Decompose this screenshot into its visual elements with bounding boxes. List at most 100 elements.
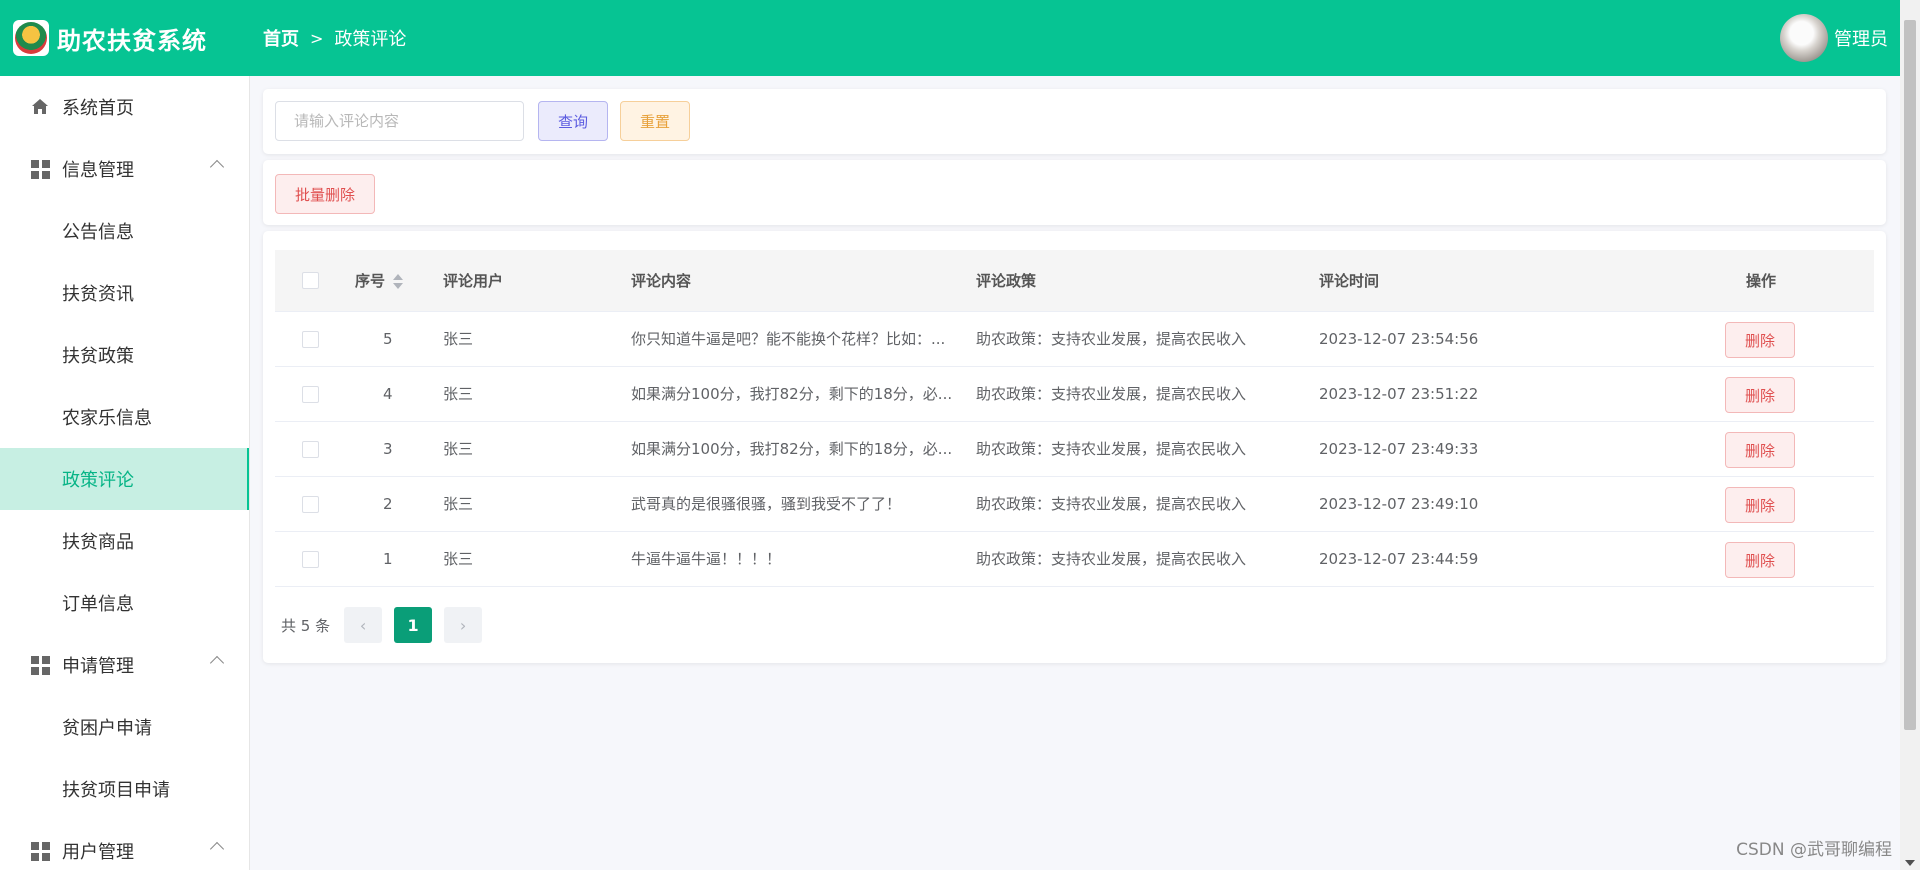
action-bar: 批量删除 [263, 160, 1886, 225]
sort-icon[interactable] [393, 273, 404, 290]
chevron-up-icon [209, 159, 225, 175]
cell-policy: 助农政策：支持农业发展，提高农民收入 [976, 385, 1247, 403]
cell-content: 如果满分100分，我打82分，剩下的18分，必... [631, 385, 953, 403]
sidebar-item-label: 贫困户申请 [62, 718, 152, 739]
row-checkbox[interactable] [302, 331, 319, 348]
cell-user: 张三 [443, 495, 474, 513]
sidebar-item-label: 扶贫商品 [62, 532, 134, 553]
column-header-policy: 评论政策 [976, 272, 1037, 290]
sidebar-item-label: 订单信息 [62, 594, 134, 615]
cell-policy: 助农政策：支持农业发展，提高农民收入 [976, 550, 1247, 568]
row-checkbox[interactable] [302, 551, 319, 568]
column-header-time: 评论时间 [1319, 272, 1380, 290]
cell-id: 5 [383, 330, 393, 348]
sidebar-item-label: 用户管理 [62, 842, 134, 863]
grid-icon [30, 159, 50, 179]
cell-content: 武哥真的是很骚很骚，骚到我受不了了！ [631, 495, 902, 513]
sidebar-item-label: 扶贫资讯 [62, 284, 134, 305]
column-header-content: 评论内容 [631, 272, 692, 290]
delete-button[interactable]: 删除 [1725, 377, 1795, 413]
cell-time: 2023-12-07 23:54:56 [1319, 330, 1479, 348]
cell-time: 2023-12-07 23:49:33 [1319, 440, 1479, 458]
delete-button[interactable]: 删除 [1725, 487, 1795, 523]
page-number-current[interactable]: 1 [394, 607, 433, 643]
sidebar-item-goods[interactable]: 扶贫商品 [0, 510, 249, 572]
cell-content: 牛逼牛逼牛逼！！！！ [631, 550, 782, 568]
sidebar-item-label: 农家乐信息 [62, 408, 152, 429]
cell-policy: 助农政策：支持农业发展，提高农民收入 [976, 330, 1247, 348]
scrollbar-thumb[interactable] [1904, 20, 1916, 730]
breadcrumb-home[interactable]: 首页 [263, 25, 299, 51]
home-icon [30, 97, 50, 117]
table-row: 2 张三 武哥真的是很骚很骚，骚到我受不了了！ 助农政策：支持农业发展，提高农民… [275, 477, 1874, 532]
cell-user: 张三 [443, 550, 474, 568]
pagination-total: 共 5 条 [281, 616, 331, 635]
select-all-checkbox[interactable] [302, 272, 319, 289]
sidebar-item-policy[interactable]: 扶贫政策 [0, 324, 249, 386]
sidebar-item-policy-comment[interactable]: 政策评论 [0, 448, 249, 510]
sidebar-item-label: 申请管理 [62, 656, 134, 677]
reset-button[interactable]: 重置 [620, 101, 690, 141]
delete-button[interactable]: 删除 [1725, 322, 1795, 358]
table-row: 5 张三 你只知道牛逼是吧？能不能换个花样？比如：... 助农政策：支持农业发展… [275, 312, 1874, 367]
avatar[interactable] [1780, 14, 1828, 62]
watermark: CSDN @武哥聊编程 [1736, 840, 1892, 860]
cell-user: 张三 [443, 330, 474, 348]
sidebar-group-info[interactable]: 信息管理 [0, 138, 249, 200]
sidebar-group-apply[interactable]: 申请管理 [0, 634, 249, 696]
delete-button[interactable]: 删除 [1725, 542, 1795, 578]
query-button[interactable]: 查询 [538, 101, 608, 141]
column-header-user: 评论用户 [443, 272, 504, 290]
cell-id: 4 [383, 385, 393, 403]
scroll-down-icon[interactable] [1905, 860, 1915, 866]
sidebar-item-label: 扶贫政策 [62, 346, 134, 367]
batch-delete-button[interactable]: 批量删除 [275, 174, 375, 214]
row-checkbox[interactable] [302, 441, 319, 458]
sidebar-item-notice[interactable]: 公告信息 [0, 200, 249, 262]
cell-id: 3 [383, 440, 393, 458]
sidebar-item-project-apply[interactable]: 扶贫项目申请 [0, 758, 249, 820]
sidebar-item-farmhouse[interactable]: 农家乐信息 [0, 386, 249, 448]
sidebar-item-orders[interactable]: 订单信息 [0, 572, 249, 634]
sidebar-item-poor-household-apply[interactable]: 贫困户申请 [0, 696, 249, 758]
app-logo [13, 20, 49, 56]
sidebar-item-label: 信息管理 [62, 160, 134, 181]
next-page-icon[interactable]: › [444, 607, 483, 643]
user-menu[interactable]: 管理员 [1780, 14, 1888, 62]
comment-table-card: 序号 评论用户 评论内容 评论政策 评论时间 操作 5 张三 你只知道牛逼是吧？… [263, 231, 1886, 663]
column-header-id[interactable]: 序号 [355, 250, 404, 312]
table-row: 4 张三 如果满分100分，我打82分，剩下的18分，必... 助农政策：支持农… [275, 367, 1874, 422]
app-title: 助农扶贫系统 [57, 26, 207, 55]
cell-user: 张三 [443, 440, 474, 458]
cell-id: 1 [383, 550, 393, 568]
table-row: 3 张三 如果满分100分，我打82分，剩下的18分，必... 助农政策：支持农… [275, 422, 1874, 477]
delete-button[interactable]: 删除 [1725, 432, 1795, 468]
cell-id: 2 [383, 495, 393, 513]
column-header-action: 操作 [1746, 272, 1777, 290]
sidebar-item-news[interactable]: 扶贫资讯 [0, 262, 249, 324]
table-row: 1 张三 牛逼牛逼牛逼！！！！ 助农政策：支持农业发展，提高农民收入 2023-… [275, 532, 1874, 587]
search-input[interactable] [275, 101, 524, 141]
prev-page-icon[interactable]: ‹ [344, 607, 383, 643]
cell-content: 如果满分100分，我打82分，剩下的18分，必... [631, 440, 953, 458]
table-header: 序号 评论用户 评论内容 评论政策 评论时间 操作 [275, 250, 1874, 312]
grid-icon [30, 655, 50, 675]
pagination: 共 5 条 ‹ 1 › [281, 607, 494, 643]
cell-user: 张三 [443, 385, 474, 403]
cell-time: 2023-12-07 23:44:59 [1319, 550, 1479, 568]
cell-policy: 助农政策：支持农业发展，提高农民收入 [976, 440, 1247, 458]
chevron-up-icon [209, 841, 225, 857]
row-checkbox[interactable] [302, 386, 319, 403]
sidebar-item-home[interactable]: 系统首页 [0, 76, 249, 138]
grid-icon [30, 841, 50, 861]
breadcrumb: 首页 > 政策评论 [263, 25, 406, 51]
cell-policy: 助农政策：支持农业发展，提高农民收入 [976, 495, 1247, 513]
user-name[interactable]: 管理员 [1834, 25, 1888, 51]
chevron-up-icon [209, 655, 225, 671]
page-scrollbar[interactable] [1900, 0, 1920, 870]
row-checkbox[interactable] [302, 496, 319, 513]
breadcrumb-separator-icon: > [310, 28, 324, 48]
breadcrumb-current: 政策评论 [334, 29, 407, 50]
column-header-label: 序号 [355, 272, 386, 290]
sidebar-group-users[interactable]: 用户管理 [0, 820, 249, 870]
